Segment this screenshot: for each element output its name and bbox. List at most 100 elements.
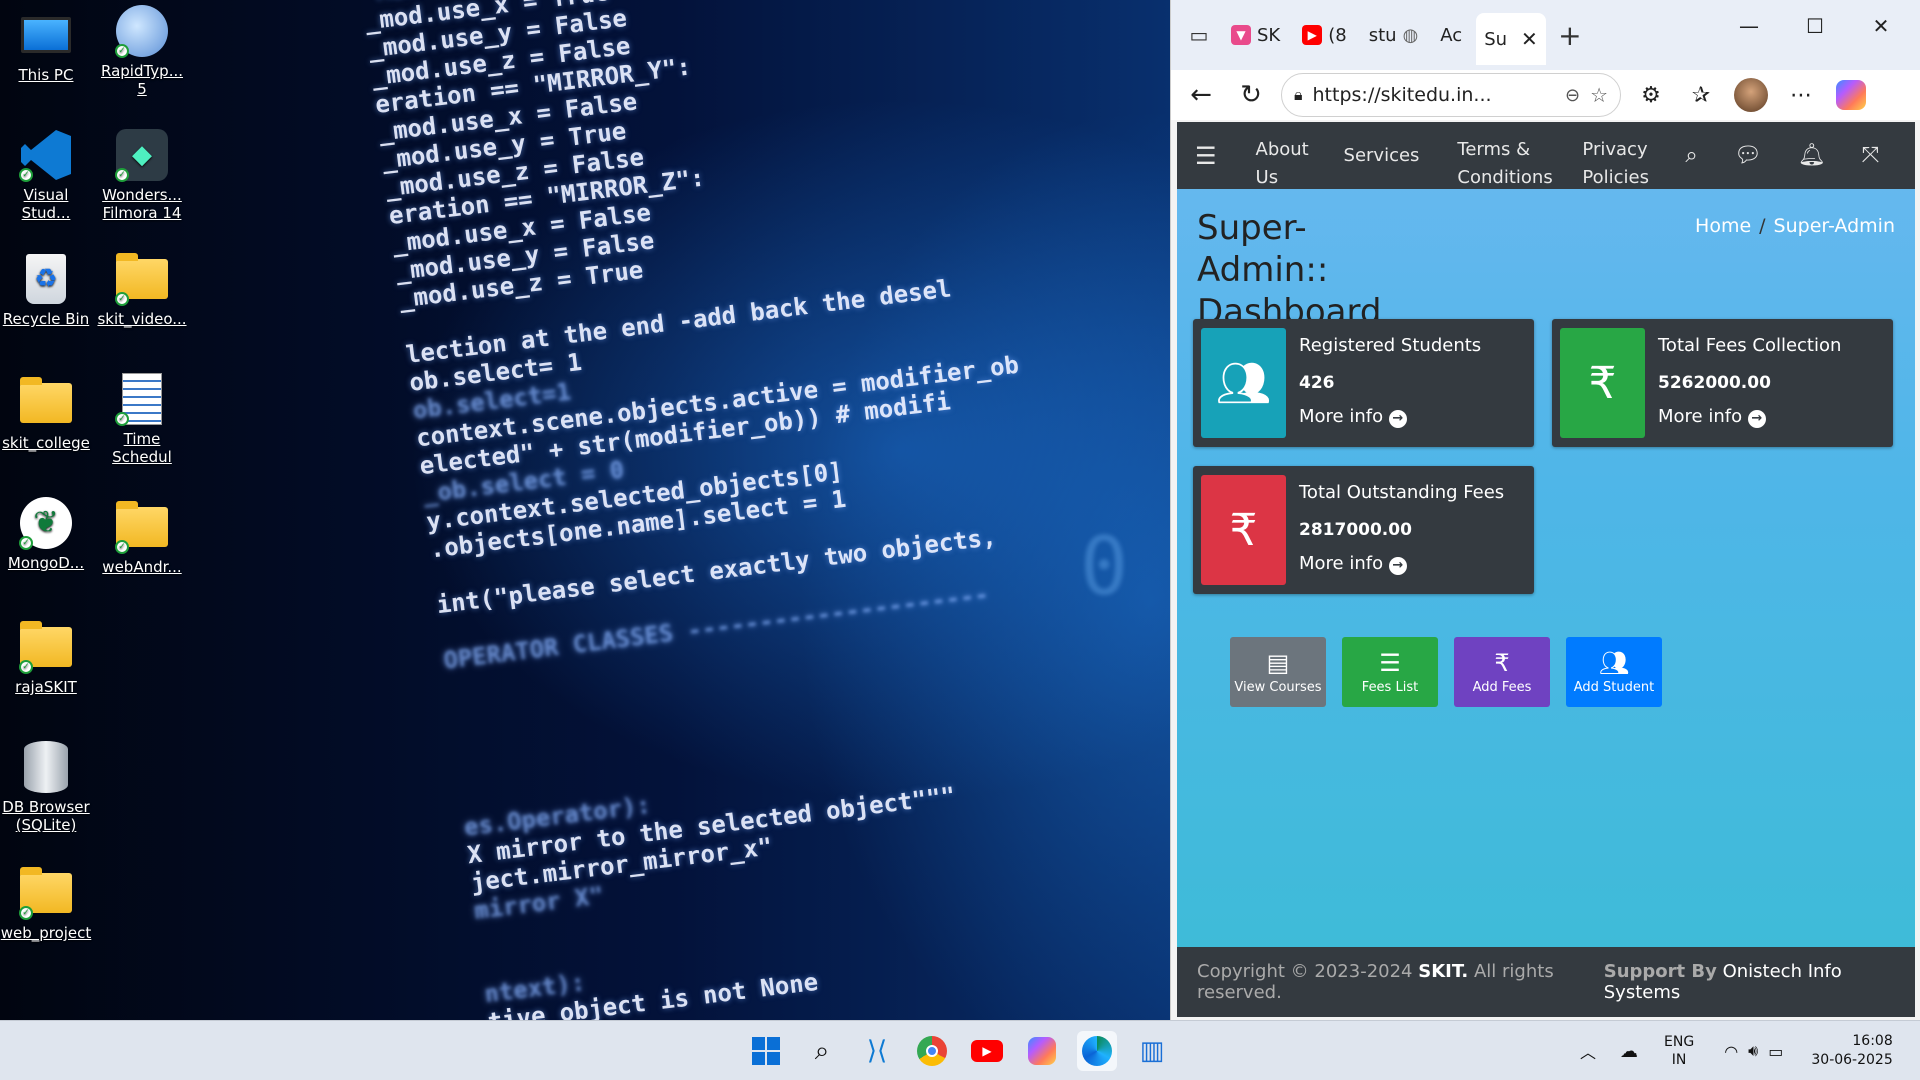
browser-window: ▭ ▼ SK ▶ (8 stu ◍ Ac Su ✕ + — ☐ ✕ ← ↻ 🔒︎… [1170,0,1920,1020]
folder-icon: ✓ [115,252,169,306]
desktop-icon-filmora[interactable]: ◆ ✓ Wonders... Filmora 14 [96,128,188,222]
filmora-icon: ◆ ✓ [115,128,169,182]
copilot-icon[interactable] [1831,75,1871,115]
desktop-icon-recycle-bin[interactable]: ♻ Recycle Bin [0,252,92,328]
tab-favicon-icon: ▼ [1231,25,1251,45]
more-info-link[interactable]: More info → [1658,406,1766,428]
users-icon: 👥︎ [1598,648,1630,677]
breadcrumb-home[interactable]: Home [1695,215,1751,237]
arrow-right-circle-icon: → [1747,410,1766,428]
users-icon: 👥︎ [1201,328,1286,438]
rapidtyping-icon: ✓ [115,4,169,58]
windows-start-icon[interactable] [746,1031,786,1071]
tab-sk[interactable]: ▼ SK [1223,12,1288,58]
breadcrumb-current: Super-Admin [1773,215,1895,237]
new-tab-icon[interactable]: + [1552,17,1588,53]
mongodb-leaf-icon: ❦ ✓ [19,496,73,550]
more-info-link[interactable]: More info → [1299,406,1407,428]
avatar[interactable] [1731,75,1771,115]
fees-list-button[interactable]: ☰ Fees List [1342,637,1438,707]
lock-icon: 🔒︎ [1294,85,1303,104]
nav-terms[interactable]: Terms & Conditions [1438,136,1563,192]
book-icon: ▤ [1266,648,1290,677]
chevron-up-icon[interactable]: ︿ [1580,1039,1596,1063]
close-tab-icon[interactable]: ✕ [1521,27,1538,51]
registered-students-count: 426 [1299,373,1335,393]
desktop-icon-rapidtyping[interactable]: ✓ RapidTyp... 5 [96,4,188,98]
content-header: Super-Admin:: Dashboard Home / Super-Admin [1177,189,1915,332]
tab-actions-icon[interactable]: ▭ [1181,17,1217,53]
youtube-taskbar-icon[interactable]: ▶ [967,1031,1007,1071]
recycle-bin-icon: ♻ [19,252,73,306]
nav-about-us[interactable]: About Us [1237,136,1325,192]
clock[interactable]: 16:08 30-06-2025 [1811,1032,1892,1070]
zoom-icon[interactable]: ⊖ [1565,85,1580,106]
search-icon[interactable]: ⌕ [1667,143,1715,168]
desktop-icon-vscode[interactable]: ✓ Visual Stud... [0,128,92,222]
volume-icon[interactable]: 🔊︎ [1748,1041,1758,1061]
add-student-button[interactable]: 👥︎ Add Student [1566,637,1662,707]
chrome-icon[interactable] [912,1031,952,1071]
language-indicator[interactable]: ENG IN [1664,1033,1694,1069]
notifications-bell-icon[interactable]: 🔔︎ [1780,143,1844,168]
desktop-icon-skit-video[interactable]: ✓ skit_video... [96,252,188,328]
wifi-icon[interactable]: ◠ [1724,1042,1738,1061]
onedrive-cloud-icon[interactable]: ☁ [1620,1041,1638,1062]
favorite-star-icon[interactable]: ☆ [1590,83,1608,107]
maximize-icon[interactable]: ☐ [1785,14,1845,38]
minimize-icon[interactable]: — [1719,14,1779,38]
nav-privacy[interactable]: Privacy Policies [1563,136,1667,192]
desktop-icon-webandroid[interactable]: ✓ webAndr... [96,500,188,576]
desktop-icon-time-schedule[interactable]: ✓ Time Schedul [96,372,188,466]
desktop-icon-db-browser[interactable]: DB Browser (SQLite) [0,740,92,834]
desktop-icon-web-project[interactable]: ✓ web_project [0,866,92,942]
search-icon[interactable]: ⌕ [802,1031,842,1071]
desktop-icon-skit-college[interactable]: skit_college [0,376,92,452]
total-fees-collection-value: 5262000.00 [1658,373,1771,393]
folder-icon: ✓ [19,620,73,674]
fullscreen-icon[interactable]: ⤧ [1844,143,1898,168]
more-info-link[interactable]: More info → [1299,553,1407,575]
rupee-icon: ₹ [1201,475,1286,585]
page-footer: Copyright © 2023-2024 SKIT. All rights r… [1177,947,1915,1017]
vscode-taskbar-icon[interactable]: ⟩⟨ [857,1031,897,1071]
copyright-text: Copyright © 2023-2024 SKIT. All rights r… [1197,961,1554,1003]
more-icon[interactable]: ⋯ [1781,75,1821,115]
nav-services[interactable]: Services [1325,142,1439,170]
copilot-taskbar-icon[interactable] [1022,1031,1062,1071]
address-bar[interactable]: 🔒︎ https://skitedu.in... ⊖ ☆ [1281,73,1621,117]
card-total-fees-collection: ₹ Total Fees Collection 5262000.00 More … [1552,319,1893,447]
desktop-icon-rajaskit[interactable]: ✓ rajaSKIT [0,620,92,696]
list-icon: ☰ [1379,648,1401,677]
hamburger-menu-icon[interactable]: ☰ [1195,142,1237,170]
battery-icon[interactable]: ▭ [1768,1042,1783,1061]
desktop-icon-mongodb[interactable]: ❦ ✓ MongoD... [0,496,92,572]
refresh-icon[interactable]: ↻ [1231,75,1271,115]
card-total-outstanding-fees: ₹ Total Outstanding Fees 2817000.00 More… [1193,466,1534,594]
youtube-icon: ▶ [1302,25,1323,45]
tab-su-active[interactable]: Su ✕ [1476,13,1546,65]
favorites-icon[interactable]: ✰ [1681,75,1721,115]
system-tray: ︿ ☁ ENG IN ◠ 🔊︎ ▭ 16:08 30-06-2025 [1580,1021,1893,1080]
edge-taskbar-icon[interactable] [1077,1031,1117,1071]
vscode-icon: ✓ [19,128,73,182]
messages-icon[interactable]: 💬︎ [1716,143,1780,168]
folder-icon: ✓ [115,500,169,554]
total-outstanding-fees-value: 2817000.00 [1299,520,1412,540]
rupee-icon: ₹ [1560,328,1645,438]
breadcrumb-separator: / [1759,215,1766,237]
rupee-icon: ₹ [1494,648,1510,677]
web-page: ☰ About Us Services Terms & Conditions P… [1177,122,1915,1017]
extensions-icon[interactable]: ⚙ [1631,75,1671,115]
tab-stu[interactable]: stu ◍ [1361,12,1427,58]
close-window-icon[interactable]: ✕ [1851,14,1911,38]
tab-ac[interactable]: Ac [1432,12,1470,58]
notepad-icon[interactable]: ▥ [1132,1031,1172,1071]
tab-youtube[interactable]: ▶ (8 [1294,12,1354,58]
view-courses-button[interactable]: ▤ View Courses [1230,637,1326,707]
add-fees-button[interactable]: ₹ Add Fees [1454,637,1550,707]
desktop-icon-this-pc[interactable]: This PC [0,8,92,84]
address-bar-row: ← ↻ 🔒︎ https://skitedu.in... ⊖ ☆ ⚙ ✰ ⋯ [1171,70,1920,120]
folder-icon [19,376,73,430]
back-icon[interactable]: ← [1181,75,1221,115]
